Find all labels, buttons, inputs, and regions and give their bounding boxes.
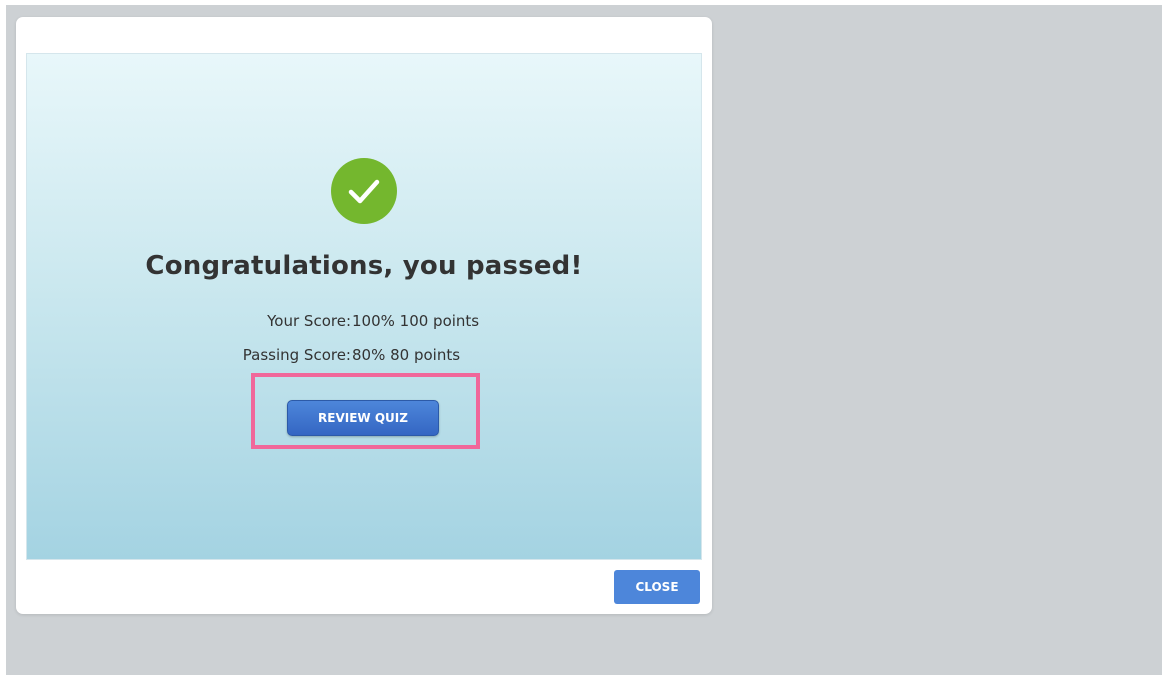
success-checkmark-icon (331, 158, 397, 224)
passing-score-row: Passing Score: 80% 80 points (27, 346, 701, 366)
passing-score-label: Passing Score: (242, 346, 351, 364)
your-score-row: Your Score: 100% 100 points (27, 312, 701, 332)
result-headline: Congratulations, you passed! (145, 251, 583, 281)
passing-score-value: 80% 80 points (352, 346, 461, 364)
result-panel: Congratulations, you passed! Your Score:… (26, 53, 702, 560)
your-score-label: Your Score: (267, 312, 351, 330)
close-button[interactable]: CLOSE (614, 570, 700, 604)
quiz-result-dialog: Congratulations, you passed! Your Score:… (16, 17, 712, 614)
your-score-value: 100% 100 points (352, 312, 480, 330)
review-quiz-button[interactable]: REVIEW QUIZ (287, 400, 439, 436)
